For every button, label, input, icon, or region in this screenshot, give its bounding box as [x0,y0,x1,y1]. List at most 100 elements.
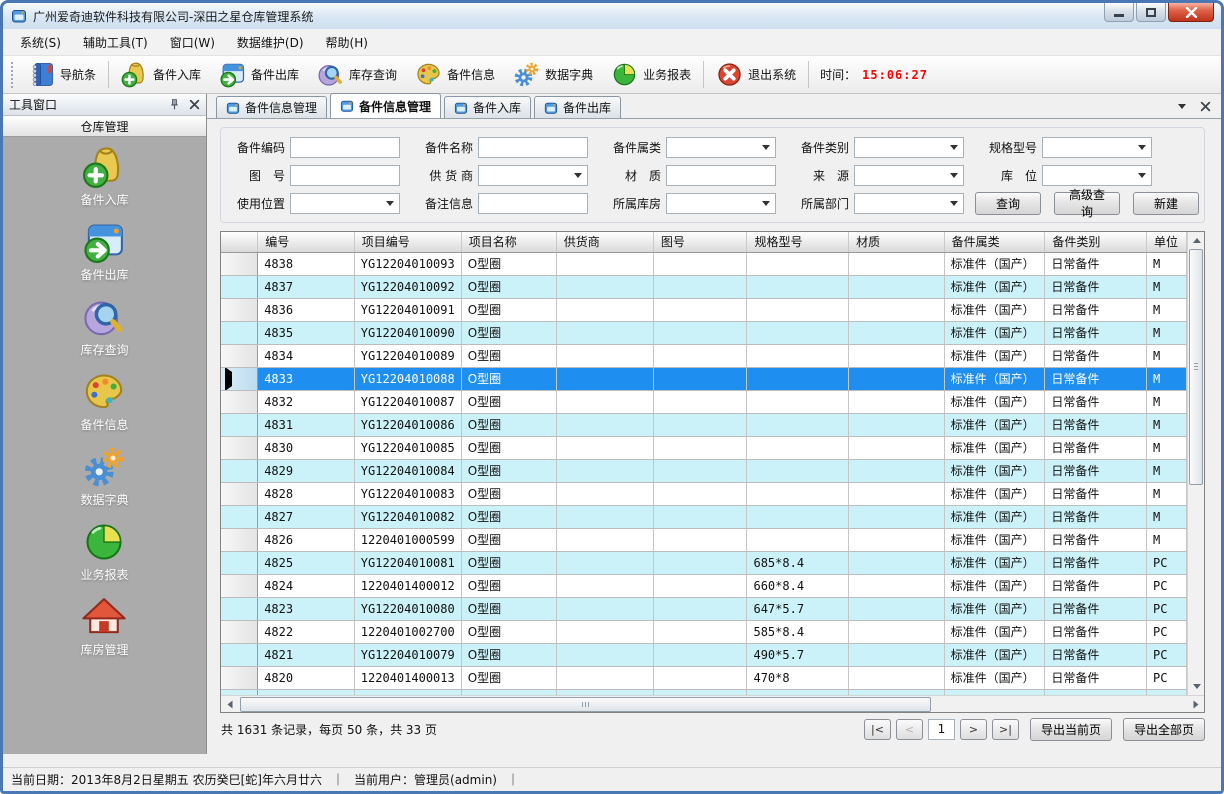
cell[interactable]: 日常备件 [1045,597,1147,620]
cell[interactable]: 标准件（国产） [944,367,1045,390]
tab-close-icon[interactable] [1200,101,1211,112]
cell[interactable]: M [1147,436,1187,459]
column-header-6[interactable]: 材质 [849,232,945,252]
cell[interactable] [653,666,747,689]
next-page-button[interactable]: > [960,719,987,740]
row-header-cell[interactable] [221,666,258,689]
cell[interactable]: PC [1147,574,1187,597]
cell[interactable] [849,436,945,459]
cell[interactable] [653,620,747,643]
page-number-input[interactable]: 1 [928,719,955,740]
toolbar-drag-grip[interactable] [10,62,14,88]
cell[interactable]: 4832 [258,390,355,413]
cell[interactable]: PC [1147,551,1187,574]
table-row[interactable]: 4832YG12204010087O型圈标准件（国产）日常备件M [221,390,1187,413]
table-row[interactable]: 4828YG12204010083O型圈标准件（国产）日常备件M [221,482,1187,505]
dropdown-arrow-icon[interactable] [757,139,774,156]
cell[interactable] [747,482,849,505]
row-header-cell[interactable] [221,551,258,574]
cell[interactable]: YG12204010089 [354,344,461,367]
column-header-8[interactable]: 备件类别 [1045,232,1147,252]
cell[interactable]: PC [1147,597,1187,620]
source-select[interactable] [854,165,964,186]
column-header-2[interactable]: 项目名称 [461,232,556,252]
remark-input[interactable] [478,193,588,214]
cell[interactable]: O型圈 [461,275,556,298]
cell[interactable] [556,597,653,620]
cell[interactable] [556,666,653,689]
cell[interactable] [556,321,653,344]
cell[interactable]: O型圈 [461,390,556,413]
cell[interactable]: 标准件（国产） [944,321,1045,344]
tab-1-active[interactable]: 备件信息管理 [330,93,441,118]
column-header-9[interactable]: 单位 [1147,232,1187,252]
cell[interactable] [653,574,747,597]
cell[interactable]: 4821 [258,643,355,666]
cell[interactable] [556,298,653,321]
cell[interactable]: O型圈 [461,643,556,666]
tab-0[interactable]: 备件信息管理 [216,96,327,118]
cell[interactable] [653,252,747,275]
advanced-query-button[interactable]: 高级查询 [1054,192,1120,215]
cell[interactable]: M [1147,367,1187,390]
cell[interactable] [556,459,653,482]
last-page-button[interactable]: >| [992,719,1019,740]
cell[interactable] [849,252,945,275]
cell[interactable] [556,643,653,666]
cell[interactable]: 4826 [258,528,355,551]
dropdown-arrow-icon[interactable] [945,167,962,184]
cell[interactable]: 4825 [258,551,355,574]
cell[interactable] [653,321,747,344]
cell[interactable]: 4827 [258,505,355,528]
horizontal-scroll-thumb[interactable] [240,697,931,712]
column-header-3[interactable]: 供货商 [556,232,653,252]
cell[interactable]: 标准件（国产） [944,459,1045,482]
dropdown-arrow-icon[interactable] [381,195,398,212]
part-name-input[interactable] [478,137,588,158]
row-header-cell[interactable] [221,574,258,597]
dropdown-arrow-icon[interactable] [1133,139,1150,156]
cell[interactable]: 日常备件 [1045,505,1147,528]
cell[interactable]: O型圈 [461,367,556,390]
prev-page-button[interactable]: < [896,719,923,740]
cell[interactable]: 4824 [258,574,355,597]
cell[interactable]: 490*5.7 [747,643,849,666]
tab-2[interactable]: 备件入库 [444,96,531,118]
cell[interactable]: M [1147,413,1187,436]
cell[interactable]: M [1147,344,1187,367]
table-row[interactable]: 4821YG12204010079O型圈490*5.7标准件（国产）日常备件PC [221,643,1187,666]
cell[interactable]: 日常备件 [1045,643,1147,666]
cell[interactable]: 标准件（国产） [944,436,1045,459]
scroll-down-icon[interactable] [1188,678,1204,695]
cell[interactable]: 日常备件 [1045,482,1147,505]
toolbar-parts-inbound-button[interactable]: 备件入库 [112,58,210,92]
table-row[interactable]: 48221220401002700O型圈585*8.4标准件（国产）日常备件PC [221,620,1187,643]
cell[interactable]: PC [1147,643,1187,666]
cell[interactable] [556,413,653,436]
cell[interactable]: YG12204010093 [354,252,461,275]
cell[interactable]: 1220401000599 [354,528,461,551]
cell[interactable] [747,436,849,459]
cell[interactable] [556,436,653,459]
row-header-cell[interactable] [221,482,258,505]
cell[interactable]: 585*8.4 [747,620,849,643]
cell[interactable] [653,643,747,666]
column-header-4[interactable]: 图号 [653,232,747,252]
table-row[interactable]: 48261220401000599O型圈标准件（国产）日常备件M [221,528,1187,551]
cell[interactable]: 日常备件 [1045,620,1147,643]
cell[interactable] [653,459,747,482]
cell[interactable]: YG12204010084 [354,459,461,482]
tab-3[interactable]: 备件出库 [534,96,621,118]
row-header-cell[interactable] [221,528,258,551]
cell[interactable]: 4822 [258,620,355,643]
cell[interactable]: 标准件（国产） [944,275,1045,298]
cell[interactable]: O型圈 [461,298,556,321]
cell[interactable] [653,505,747,528]
cell[interactable] [653,367,747,390]
cell[interactable]: 日常备件 [1045,390,1147,413]
menu-item-2[interactable]: 窗口(W) [159,29,226,56]
cell[interactable]: 685*8.4 [747,551,849,574]
table-row[interactable]: 4831YG12204010086O型圈标准件（国产）日常备件M [221,413,1187,436]
cell[interactable] [556,344,653,367]
toolbar-parts-info-button[interactable]: 备件信息 [406,58,504,92]
